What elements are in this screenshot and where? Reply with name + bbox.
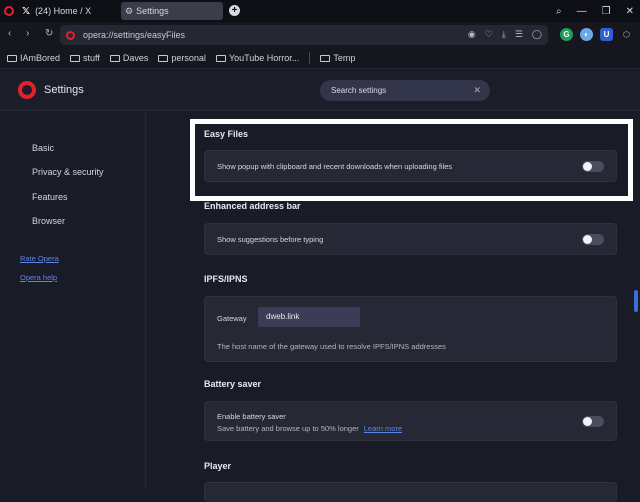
x-logo-icon: 𝕏 — [22, 5, 31, 17]
search-tabs-icon[interactable]: ⌕ — [556, 6, 562, 17]
url-field[interactable]: opera://settings/easyFiles ◉ ♡ ⤓ ☰ ◯ — [60, 25, 548, 45]
easy-files-setting-label: Show popup with clipboard and recent dow… — [217, 162, 453, 171]
section-title-ipfs: IPFS/IPNS — [204, 274, 248, 284]
folder-icon — [109, 54, 120, 62]
close-button[interactable]: ✕ — [626, 6, 634, 17]
suggestions-toggle[interactable] — [582, 234, 604, 245]
extension-icons: G ◐ U ⬡ — [560, 28, 633, 41]
address-bar: ‹ › ↻ opera://settings/easyFiles ◉ ♡ ⤓ ☰… — [0, 22, 640, 48]
search-value: Search settings — [331, 86, 387, 95]
easy-files-toggle[interactable] — [582, 161, 604, 172]
back-button[interactable]: ‹ — [8, 28, 11, 39]
gateway-label: Gateway — [217, 314, 247, 323]
clear-search-icon[interactable]: ✕ — [473, 80, 481, 101]
folder-icon — [7, 54, 17, 62]
folder-icon — [70, 54, 81, 62]
suggestions-setting-label: Show suggestions before typing — [217, 235, 324, 244]
tab-x-home[interactable]: 𝕏 (24) Home / X — [4, 2, 116, 20]
section-title-battery: Battery saver — [204, 379, 262, 389]
tab-title: Settings — [136, 6, 169, 16]
rate-opera-link[interactable]: Rate Opera — [20, 254, 59, 263]
settings-main: Easy Files Show popup with clipboard and… — [147, 112, 640, 502]
battery-card: Enable battery saver Save battery and br… — [204, 401, 617, 441]
extension-icon[interactable]: ◐ — [580, 28, 593, 41]
reload-button[interactable]: ↻ — [45, 28, 53, 39]
learn-more-link[interactable]: Learn more — [364, 424, 402, 433]
tab-title: (24) Home / X — [35, 6, 92, 16]
sidebar-item-features[interactable]: Features — [32, 192, 68, 202]
section-title-easy-files: Easy Files — [204, 129, 249, 139]
window-controls: ⌕ — ❐ ✕ — [556, 2, 634, 20]
shield-icon[interactable]: U — [600, 28, 613, 41]
easy-setup-icon[interactable]: ☰ — [515, 29, 523, 40]
bookmarks-bar: IAmBored stuff Daves personal YouTube Ho… — [0, 48, 640, 69]
url-actions: ◉ ♡ ⤓ ☰ ◯ — [468, 29, 542, 40]
settings-sidebar: Basic Privacy & security Features Browse… — [0, 112, 146, 489]
page-title: Settings — [44, 84, 84, 96]
camera-icon[interactable]: ◉ — [468, 29, 476, 40]
battery-description: Save battery and browse up to 50% longer… — [217, 424, 403, 433]
sidebar-item-basic[interactable]: Basic — [32, 143, 54, 153]
easy-files-card: Show popup with clipboard and recent dow… — [204, 150, 617, 182]
opera-site-icon — [66, 30, 75, 40]
opera-help-link[interactable]: Opera help — [20, 273, 57, 282]
restore-button[interactable]: ❐ — [602, 6, 611, 17]
new-tab-button[interactable]: + — [229, 5, 240, 16]
folder-icon — [320, 54, 331, 62]
bookmark-divider — [309, 52, 311, 64]
download-icon[interactable]: ⤓ — [502, 29, 506, 40]
grammarly-icon[interactable]: G — [560, 28, 573, 41]
section-title-player: Player — [204, 461, 232, 471]
battery-toggle[interactable] — [582, 416, 604, 427]
extensions-cube-icon[interactable]: ⬡ — [620, 28, 633, 41]
bookmark-folder[interactable]: YouTube Horror... — [215, 53, 299, 63]
folder-icon — [158, 54, 169, 62]
search-settings-input[interactable]: Search settings ✕ — [320, 80, 490, 101]
opera-logo-icon — [18, 81, 36, 99]
address-bar-card: Show suggestions before typing — [204, 223, 617, 255]
gateway-input[interactable]: dweb.link — [258, 307, 360, 327]
gateway-description: The host name of the gateway used to res… — [217, 342, 446, 351]
player-card — [204, 482, 617, 502]
bookmark-folder[interactable]: personal — [158, 53, 206, 63]
sidebar-item-privacy[interactable]: Privacy & security — [32, 167, 104, 177]
section-title-address-bar: Enhanced address bar — [204, 201, 301, 211]
heart-icon[interactable]: ♡ — [485, 29, 493, 40]
battery-setting-label: Enable battery saver — [217, 412, 286, 421]
bookmark-folder[interactable]: IAmBored — [7, 53, 60, 63]
sidebar-item-browser[interactable]: Browser — [32, 216, 65, 226]
profile-icon[interactable]: ◯ — [532, 29, 542, 40]
scrollbar-thumb[interactable] — [634, 290, 638, 312]
url-text: opera://settings/easyFiles — [83, 30, 186, 40]
gear-icon: ⚙ — [125, 5, 134, 16]
tab-strip: 𝕏 (24) Home / X ⚙ Settings + ⌕ — ❐ ✕ — [0, 0, 640, 22]
folder-icon — [215, 54, 226, 62]
forward-button[interactable]: › — [26, 28, 29, 39]
opera-menu-icon[interactable] — [4, 6, 14, 16]
ipfs-card: Gateway The host name of the gateway use… — [204, 296, 617, 362]
bookmark-folder[interactable]: Temp — [320, 53, 355, 63]
bookmark-folder[interactable]: stuff — [70, 53, 100, 63]
tab-settings[interactable]: ⚙ Settings — [121, 2, 223, 20]
bookmark-folder[interactable]: Daves — [109, 53, 148, 63]
settings-header: Settings Search settings ✕ — [0, 70, 640, 111]
minimize-button[interactable]: — — [577, 6, 587, 17]
